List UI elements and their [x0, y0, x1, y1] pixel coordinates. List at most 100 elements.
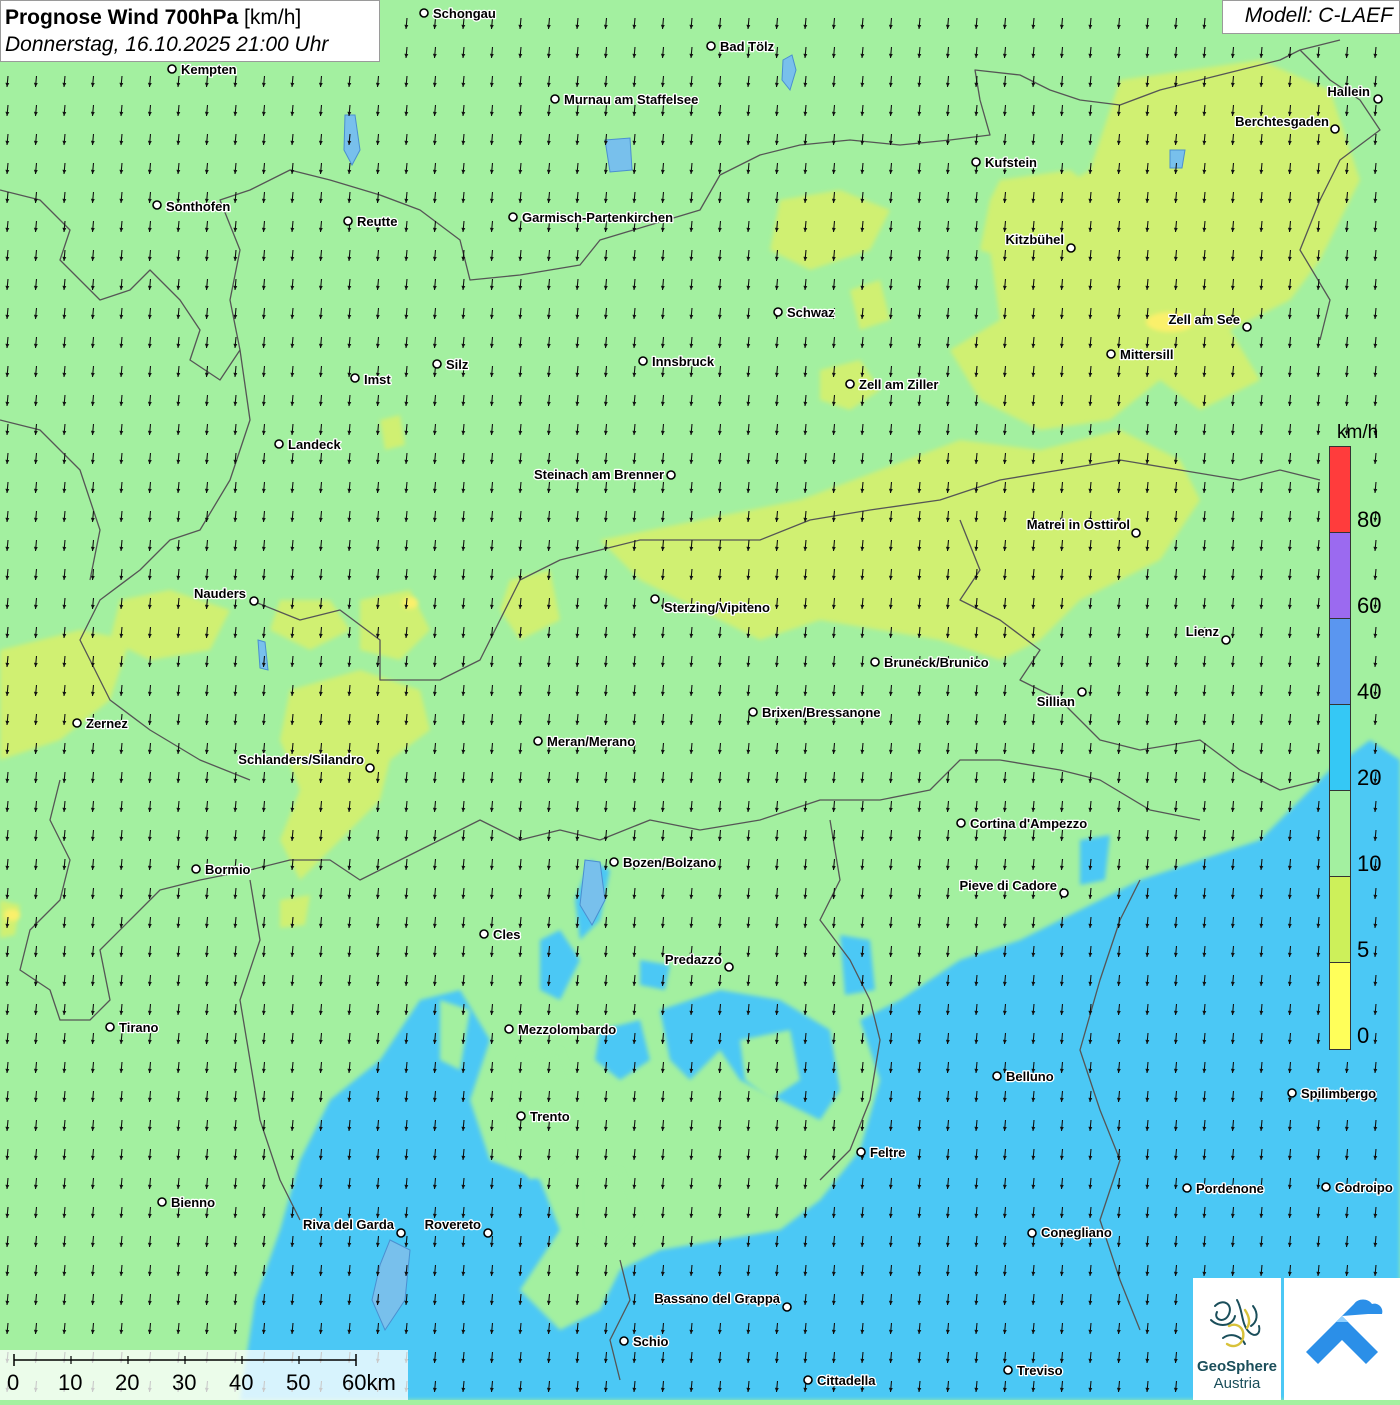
- city-dot: [191, 864, 201, 874]
- city-label: Schlanders/Silandro: [238, 752, 364, 767]
- city-label: Pordenone: [1196, 1181, 1264, 1196]
- city-label: Meran/Merano: [547, 734, 635, 749]
- forecast-datetime: Donnerstag, 16.10.2025 21:00 Uhr: [5, 33, 329, 56]
- geosphere-logo[interactable]: GeoSphere Austria: [1193, 1278, 1281, 1400]
- model-label: Modell: C-LAEF: [1222, 0, 1400, 34]
- city-label: Cles: [493, 927, 520, 942]
- legend-class-20-40: [1330, 705, 1350, 791]
- city-dot: [666, 470, 676, 480]
- legend-tick: 80: [1357, 507, 1382, 532]
- city-dot: [638, 356, 648, 366]
- legend-tick: 40: [1357, 679, 1382, 704]
- geosphere-sub: Austria: [1213, 1375, 1261, 1392]
- city-label: Bienno: [171, 1195, 215, 1210]
- city-label: Bozen/Bolzano: [623, 855, 716, 870]
- city-label: Spilimbergo: [1301, 1086, 1376, 1101]
- cloud-mountain-icon: [1306, 1299, 1383, 1364]
- city-dot: [748, 707, 758, 717]
- legend-class-40-60: [1330, 619, 1350, 705]
- city-dot: [396, 1228, 406, 1238]
- city-label: Bassano del Grappa: [654, 1291, 780, 1306]
- city-label: Rovereto: [425, 1217, 481, 1232]
- city-dot: [483, 1228, 493, 1238]
- city-dot: [856, 1147, 866, 1157]
- city-label: Mittersill: [1120, 347, 1173, 362]
- city-dot: [167, 64, 177, 74]
- city-label: Berchtesgaden: [1235, 114, 1329, 129]
- city-label: Feltre: [870, 1145, 905, 1160]
- city-dot: [419, 8, 429, 18]
- city-label: Predazzo: [665, 952, 722, 967]
- city-dot: [1003, 1365, 1013, 1375]
- legend-tick: 10: [1357, 851, 1382, 876]
- wind-map: SchongauBad TölzKemptenMurnau am Staffel…: [0, 0, 1400, 1400]
- city-dot: [1066, 243, 1076, 253]
- legend-tick: 5: [1357, 937, 1370, 962]
- city-label: Sterzing/Vipiteno: [664, 600, 770, 615]
- city-dot: [350, 373, 360, 383]
- city-dot: [1242, 322, 1252, 332]
- city-label: Tirano: [119, 1020, 159, 1035]
- city-label: Kitzbühel: [1006, 232, 1065, 247]
- city-label: Schongau: [433, 6, 496, 21]
- city-label: Zell am See: [1168, 312, 1240, 327]
- city-label: Lienz: [1186, 624, 1220, 639]
- city-label: Treviso: [1017, 1363, 1063, 1378]
- city-dot: [619, 1336, 629, 1346]
- city-label: Riva del Garda: [303, 1217, 395, 1232]
- city-dot: [845, 379, 855, 389]
- scale-label: 50: [286, 1370, 311, 1395]
- city-dot: [274, 439, 284, 449]
- title-text: Prognose Wind 700hPa: [5, 6, 239, 29]
- city-dot: [956, 818, 966, 828]
- city-label: Bruneck/Brunico: [884, 655, 989, 670]
- city-label: Imst: [364, 372, 391, 387]
- scale-label: 20: [115, 1370, 140, 1395]
- scale-label: 60km: [342, 1370, 396, 1395]
- city-dot: [1373, 94, 1383, 104]
- city-label: Belluno: [1006, 1069, 1054, 1084]
- city-label: Trento: [530, 1109, 570, 1124]
- city-dot: [365, 763, 375, 773]
- legend-bar: [1329, 446, 1351, 1050]
- city-label: Landeck: [288, 437, 342, 452]
- scale-label: 40: [229, 1370, 254, 1395]
- title-unit: [km/h]: [244, 6, 302, 29]
- legend-tick: 20: [1357, 765, 1382, 790]
- city-label: Sonthofen: [166, 199, 230, 214]
- city-dot: [152, 200, 162, 210]
- city-dot: [773, 307, 783, 317]
- legend-class-5-10: [1330, 877, 1350, 963]
- city-label: Nauders: [194, 586, 246, 601]
- city-label: Conegliano: [1041, 1225, 1112, 1240]
- city-label: Mezzolombardo: [518, 1022, 616, 1037]
- city-label: Cittadella: [817, 1373, 876, 1388]
- city-dot: [724, 962, 734, 972]
- city-dot: [706, 41, 716, 51]
- city-label: Bad Tölz: [720, 39, 775, 54]
- city-dot: [870, 657, 880, 667]
- city-label: Cortina d'Ampezzo: [970, 816, 1087, 831]
- city-label: Murnau am Staffelsee: [564, 92, 698, 107]
- city-label: Pieve di Cadore: [959, 878, 1057, 893]
- weather-app-logo[interactable]: [1284, 1278, 1400, 1400]
- legend-tick: 0: [1357, 1023, 1370, 1048]
- city-dot: [105, 1022, 115, 1032]
- scale-bar: 0 10 20 30 40 50 60km: [0, 1350, 408, 1400]
- legend-class-0-5: [1330, 963, 1350, 1049]
- city-label: Steinach am Brenner: [534, 467, 664, 482]
- city-dot: [782, 1302, 792, 1312]
- city-label: Kufstein: [985, 155, 1037, 170]
- city-label: Garmisch-Partenkirchen: [522, 210, 673, 225]
- city-dot: [343, 216, 353, 226]
- map-title: Prognose Wind 700hPa [km/h]: [5, 4, 375, 32]
- geosphere-emblem-icon: [1210, 1299, 1261, 1348]
- city-label: Reutte: [357, 214, 397, 229]
- city-dot: [1131, 528, 1141, 538]
- city-dot: [72, 718, 82, 728]
- city-dot: [550, 94, 560, 104]
- city-label: Sillian: [1037, 694, 1075, 709]
- city-dot: [1027, 1228, 1037, 1238]
- city-dot: [504, 1024, 514, 1034]
- title-box: Prognose Wind 700hPa [km/h] Donnerstag, …: [0, 0, 380, 62]
